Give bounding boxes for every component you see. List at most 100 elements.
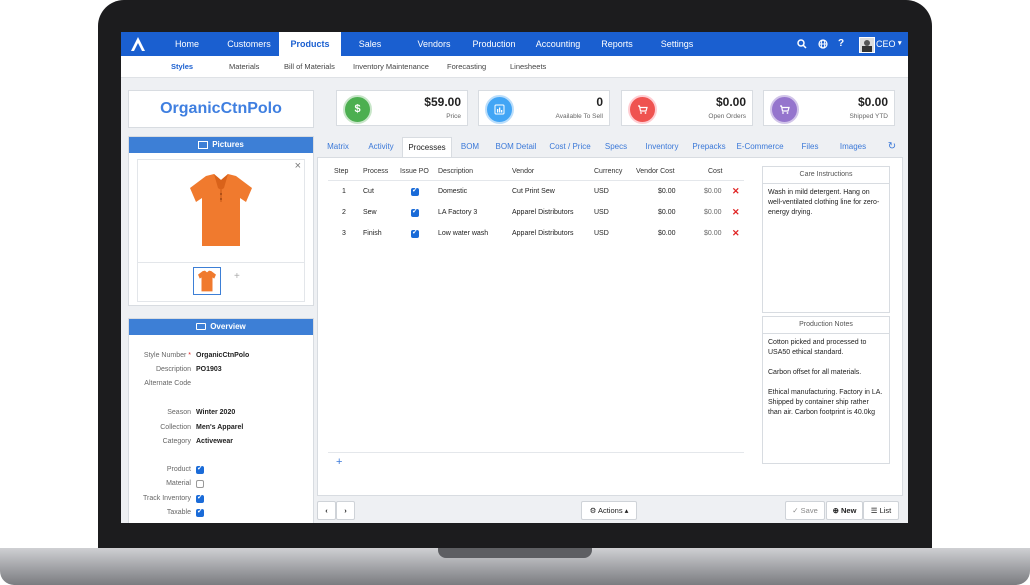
taxable-checkbox[interactable]	[196, 507, 204, 517]
nav-accounting[interactable]: Accounting	[529, 32, 587, 56]
subnav-bill-of-materials[interactable]: Bill of Materials	[284, 56, 335, 77]
nav-reports[interactable]: Reports	[595, 32, 639, 56]
plus-circle-icon: ⊕	[832, 506, 839, 515]
table-row[interactable]: 2 Sew LA Factory 3 Apparel Distributors …	[318, 205, 748, 225]
nav-vendors[interactable]: Vendors	[409, 32, 459, 56]
delete-icon[interactable]: ✕	[732, 186, 740, 197]
app-logo-icon[interactable]	[129, 35, 147, 53]
actions-label: Actions ▴	[597, 506, 629, 515]
tab-bom[interactable]: BOM	[457, 137, 483, 157]
thumbnail-selected[interactable]	[193, 267, 221, 295]
label-material: Material	[166, 480, 191, 487]
label-style-number: Style Number *	[125, 352, 191, 359]
production-notes-box: Production Notes Cotton picked and proce…	[762, 316, 890, 464]
collection-value[interactable]: Men's Apparel	[196, 424, 243, 431]
overview-title: Overview	[210, 322, 246, 331]
cell-currency[interactable]: USD	[594, 230, 609, 237]
nav-customers[interactable]: Customers	[221, 32, 277, 56]
style-number-value[interactable]: OrganicCtnPolo	[196, 352, 249, 359]
col-vendor: Vendor	[512, 168, 535, 175]
kpi-price: $ $59.00 Price	[336, 90, 468, 126]
cell-process[interactable]: Sew	[363, 209, 377, 216]
tab-files[interactable]: Files	[798, 137, 822, 157]
tab-cost-price[interactable]: Cost / Price	[548, 137, 592, 157]
cell-vendor[interactable]: Apparel Distributors	[512, 209, 573, 216]
nav-home[interactable]: Home	[166, 32, 208, 56]
subnav-forecasting[interactable]: Forecasting	[447, 56, 486, 77]
close-icon[interactable]: ×	[295, 160, 301, 172]
tab-inventory[interactable]: Inventory	[639, 137, 685, 157]
previous-button[interactable]: ‹	[317, 501, 336, 520]
category-value[interactable]: Activewear	[196, 438, 233, 445]
issue-po-checkbox[interactable]	[411, 207, 419, 217]
issue-po-checkbox[interactable]	[411, 186, 419, 196]
cell-currency[interactable]: USD	[594, 209, 609, 216]
description-value[interactable]: PO1903	[196, 366, 222, 373]
next-button[interactable]: ›	[336, 501, 355, 520]
add-row-button[interactable]: +	[336, 456, 342, 468]
pictures-panel: Pictures × +	[128, 136, 314, 306]
cell-vendor-cost[interactable]: $0.00	[658, 209, 676, 216]
caret-down-icon[interactable]: ▾	[898, 32, 902, 56]
nav-settings[interactable]: Settings	[653, 32, 701, 56]
app-screen: Home Customers Products Sales Vendors Pr…	[121, 32, 908, 523]
kpi-value: $0.00	[857, 95, 888, 109]
table-row[interactable]: 1 Cut Domestic Cut Print Sew USD $0.00 $…	[318, 184, 748, 204]
new-button[interactable]: ⊕ New	[826, 501, 863, 520]
track-inventory-checkbox[interactable]	[196, 493, 204, 503]
main-picture-frame: ×	[137, 159, 305, 263]
delete-icon[interactable]: ✕	[732, 207, 740, 218]
material-checkbox[interactable]	[196, 480, 204, 488]
cell-process[interactable]: Finish	[363, 230, 382, 237]
help-icon[interactable]: ?	[838, 32, 844, 56]
cell-vendor[interactable]: Cut Print Sew	[512, 188, 555, 195]
table-row[interactable]: 3 Finish Low water wash Apparel Distribu…	[318, 226, 748, 246]
subnav-inventory-maintenance[interactable]: Inventory Maintenance	[353, 56, 429, 77]
history-icon[interactable]: ↻	[883, 137, 901, 157]
pictures-title: Pictures	[212, 140, 244, 149]
list-button[interactable]: ☰ List	[863, 501, 899, 520]
cell-vendor[interactable]: Apparel Distributors	[512, 230, 573, 237]
cell-process[interactable]: Cut	[363, 188, 374, 195]
cell-description[interactable]: Low water wash	[438, 230, 488, 237]
tab-bom-detail[interactable]: BOM Detail	[494, 137, 538, 157]
cell-description[interactable]: Domestic	[438, 188, 467, 195]
top-nav: Home Customers Products Sales Vendors Pr…	[121, 32, 908, 56]
cell-vendor-cost[interactable]: $0.00	[658, 230, 676, 237]
tab-prepacks[interactable]: Prepacks	[691, 137, 727, 157]
delete-icon[interactable]: ✕	[732, 228, 740, 239]
subnav-styles[interactable]: Styles	[171, 56, 193, 77]
cell-step: 2	[342, 209, 346, 216]
season-value[interactable]: Winter 2020	[196, 409, 235, 416]
tab-specs[interactable]: Specs	[603, 137, 629, 157]
cell-vendor-cost[interactable]: $0.00	[658, 188, 676, 195]
col-description: Description	[438, 168, 474, 175]
label-text: Style Number	[143, 352, 187, 359]
globe-icon[interactable]	[818, 32, 828, 56]
save-label: Save	[800, 506, 818, 515]
nav-sales[interactable]: Sales	[349, 32, 391, 56]
add-picture-button[interactable]: +	[234, 271, 240, 282]
tab-activity[interactable]: Activity	[364, 137, 398, 157]
tab-images[interactable]: Images	[836, 137, 870, 157]
avatar[interactable]	[859, 37, 875, 53]
tab-processes[interactable]: Processes	[402, 137, 452, 159]
cell-currency[interactable]: USD	[594, 188, 609, 195]
nav-production[interactable]: Production	[469, 32, 519, 56]
cell-step: 3	[342, 230, 346, 237]
production-notes-text[interactable]: Cotton picked and processed to USA50 eth…	[763, 334, 889, 422]
subnav-materials[interactable]: Materials	[229, 56, 259, 77]
subnav-linesheets[interactable]: Linesheets	[510, 56, 546, 77]
save-button[interactable]: ✓ Save	[785, 501, 825, 520]
tab-e-commerce[interactable]: E-Commerce	[735, 137, 785, 157]
user-name[interactable]: CEO	[876, 32, 896, 56]
tab-matrix[interactable]: Matrix	[323, 137, 353, 157]
actions-button[interactable]: ⚙ Actions ▴	[581, 501, 637, 520]
pictures-header: Pictures	[129, 137, 313, 153]
search-icon[interactable]	[797, 32, 807, 56]
issue-po-checkbox[interactable]	[411, 228, 419, 238]
cell-description[interactable]: LA Factory 3	[438, 209, 477, 216]
nav-products[interactable]: Products	[279, 32, 341, 56]
care-instructions-text[interactable]: Wash in mild detergent. Hang on well-ven…	[763, 184, 889, 222]
product-checkbox[interactable]	[196, 464, 204, 474]
